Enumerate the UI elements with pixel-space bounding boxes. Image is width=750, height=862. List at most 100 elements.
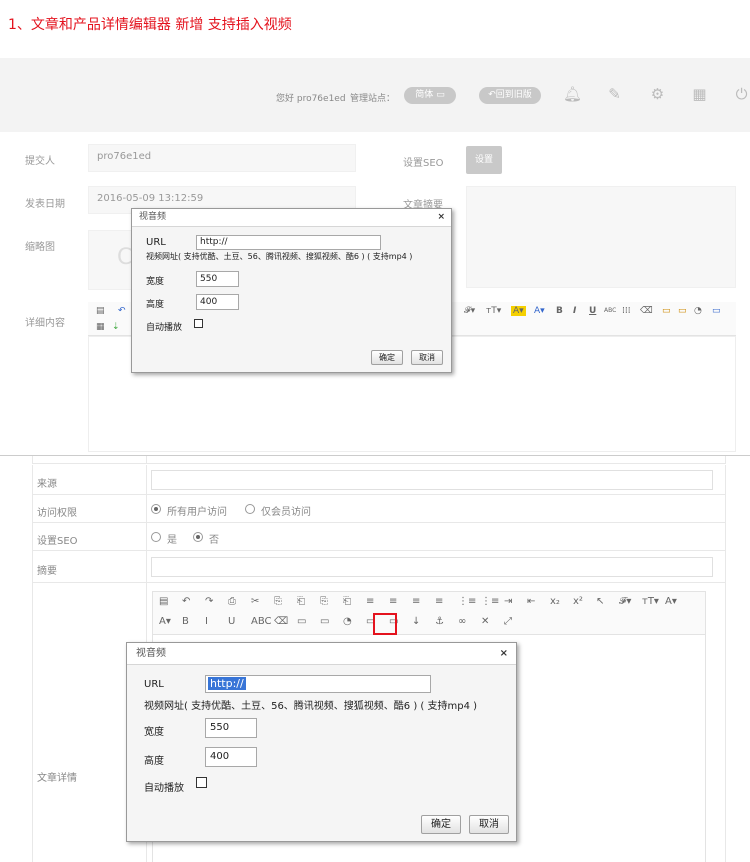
toolbar-button[interactable]: ⚓ xyxy=(435,616,444,627)
toolbar-button[interactable]: ⎗ xyxy=(297,596,305,607)
cancel-button[interactable]: 取消 xyxy=(411,350,443,365)
edit-icon[interactable]: ✎ xyxy=(606,86,623,103)
gear-icon[interactable]: ⚙ xyxy=(649,86,666,103)
autoplay-checkbox-large[interactable] xyxy=(196,777,207,788)
summary-label-bottom: 摘要 xyxy=(37,566,57,577)
toolbar-button[interactable]: B xyxy=(182,616,189,627)
toolbar-button[interactable]: A▾ xyxy=(159,616,171,627)
access-members-radio[interactable] xyxy=(245,504,255,514)
eraser-icon[interactable]: ⌫ xyxy=(640,306,653,316)
toolbar-button[interactable]: ↶ xyxy=(182,596,190,607)
source-label: 来源 xyxy=(37,479,57,490)
toolbar-button[interactable]: x² xyxy=(573,596,583,607)
toolbar-button[interactable]: ↖ xyxy=(596,596,604,607)
multi-image-icon[interactable]: ▭ xyxy=(678,306,687,316)
toolbar-button[interactable]: ⋮≡ xyxy=(458,596,476,607)
power-icon[interactable]: ⏻ xyxy=(733,86,750,103)
font-family-button[interactable]: 𝓕▾ xyxy=(464,306,475,316)
detail-label: 详细内容 xyxy=(25,318,65,329)
toolbar-button[interactable]: ≡ xyxy=(366,596,374,607)
toolbar-button[interactable]: ⎘ xyxy=(274,596,282,607)
submitter-field[interactable]: pro76e1ed xyxy=(88,144,356,172)
toolbar-button[interactable]: ▤ xyxy=(159,596,168,607)
toolbar-button[interactable]: ▭ xyxy=(320,616,329,627)
image-icon[interactable]: ▭ xyxy=(662,306,671,316)
font-size-button[interactable]: тT▾ xyxy=(486,306,501,316)
submitter-label: 提交人 xyxy=(25,156,55,167)
toolbar-button[interactable]: ABC xyxy=(251,616,272,627)
toolbar-button[interactable]: A▾ xyxy=(665,596,677,607)
back-old-version-button[interactable]: ↶回到旧版 xyxy=(479,87,541,104)
toolbar-button[interactable]: ⎘ xyxy=(320,596,328,607)
toolbar-button[interactable]: ⎙ xyxy=(228,596,236,607)
insert-row-icon[interactable]: ⇣ xyxy=(112,322,120,332)
height-input[interactable]: 400 xyxy=(196,294,239,310)
close-icon[interactable]: × xyxy=(500,643,508,664)
cancel-button-large[interactable]: 取消 xyxy=(469,815,509,834)
toolbar-button[interactable]: I xyxy=(205,616,208,627)
seo-no-radio[interactable] xyxy=(193,532,203,542)
toolbar-button[interactable]: x₂ xyxy=(550,596,560,607)
column-divider xyxy=(146,551,147,583)
video-button-highlight-bottom xyxy=(373,613,397,635)
italic-button[interactable]: I xyxy=(573,306,576,316)
toolbar-button[interactable]: ⇤ xyxy=(527,596,535,607)
toolbar-button[interactable]: ⋮≡ xyxy=(481,596,499,607)
detail-label-bottom: 文章详情 xyxy=(37,773,77,784)
seo-button[interactable]: 设置 xyxy=(466,146,502,174)
bold-button[interactable]: B xyxy=(556,306,563,316)
underline-button[interactable]: U xyxy=(589,306,596,316)
emotion-icon[interactable]: ◔ xyxy=(694,306,702,316)
toolbar-button[interactable]: ⌫ xyxy=(274,616,288,627)
toolbar-button[interactable]: ≡ xyxy=(389,596,397,607)
autoplay-checkbox[interactable] xyxy=(194,319,203,328)
height-input-large[interactable]: 400 xyxy=(205,747,257,767)
undo-icon[interactable]: ↶ xyxy=(118,306,126,316)
strike-button[interactable]: ABC xyxy=(604,307,616,314)
table-icon[interactable]: ▦ xyxy=(96,322,105,332)
toolbar-button[interactable]: ↷ xyxy=(205,596,213,607)
toolbar-button[interactable]: ≡ xyxy=(412,596,420,607)
toolbar-button[interactable]: U xyxy=(228,616,235,627)
back-color-button[interactable]: A▾ xyxy=(534,306,545,316)
url-hint: 视频网址( 支持优酷、土豆、56、腾讯视频、搜狐视频、酷6 ) ( 支持mp4 … xyxy=(146,252,413,261)
bell-icon[interactable]: 🔔︎ xyxy=(563,86,582,103)
access-all-radio[interactable] xyxy=(151,504,161,514)
source-icon[interactable]: ▤ xyxy=(96,306,105,316)
url-input-large[interactable]: http:// xyxy=(205,675,431,693)
grid-icon[interactable]: ▦ xyxy=(691,86,708,103)
toolbar-button[interactable]: ↓ xyxy=(412,616,420,627)
height-label: 高度 xyxy=(146,300,165,310)
ok-button[interactable]: 确定 xyxy=(371,350,403,365)
monitor-icon: ▭ xyxy=(436,90,445,100)
close-icon[interactable]: × xyxy=(437,209,445,226)
url-input[interactable]: http:// xyxy=(196,235,381,250)
summary-textarea[interactable] xyxy=(466,186,736,288)
toolbar-button[interactable]: ✂ xyxy=(251,596,259,607)
toolbar-button[interactable]: ◔ xyxy=(343,616,352,627)
top-nav-bar: 您好 pro76e1ed 管理站点： 简体 ▭ ↶回到旧版 🔔︎ ✎ ⚙ ▦ ⏻ xyxy=(0,58,750,132)
seo-yes-radio[interactable] xyxy=(151,532,161,542)
format-brush-button[interactable]: ⁞⁞⁞ xyxy=(622,306,631,316)
source-input[interactable] xyxy=(151,470,713,490)
summary-input[interactable] xyxy=(151,557,713,577)
toolbar-button[interactable]: ⤢ xyxy=(504,616,512,627)
access-row: 访问权限 所有用户访问 仅会员访问 xyxy=(32,495,726,523)
date-label: 发表日期 xyxy=(25,199,65,210)
toolbar-button[interactable]: 𝓕▾ xyxy=(619,596,631,607)
toolbar-button[interactable]: ∞ xyxy=(458,616,466,627)
font-color-button[interactable]: A▾ xyxy=(511,306,526,316)
ok-button-large[interactable]: 确定 xyxy=(421,815,461,834)
video-icon[interactable]: ▭ xyxy=(712,306,721,316)
toolbar-button[interactable]: ⇥ xyxy=(504,596,512,607)
toolbar-button[interactable]: ≡ xyxy=(435,596,443,607)
back-arrow-icon: ↶ xyxy=(488,90,496,100)
toolbar-button[interactable]: ⎗ xyxy=(343,596,351,607)
toolbar-button[interactable]: тT▾ xyxy=(642,596,659,607)
toolbar-button[interactable]: ✕ xyxy=(481,616,489,627)
greeting-text: 您好 pro76e1ed xyxy=(276,94,346,104)
width-input-large[interactable]: 550 xyxy=(205,718,257,738)
lang-button[interactable]: 简体 ▭ xyxy=(404,87,456,104)
width-input[interactable]: 550 xyxy=(196,271,239,287)
toolbar-button[interactable]: ▭ xyxy=(297,616,306,627)
